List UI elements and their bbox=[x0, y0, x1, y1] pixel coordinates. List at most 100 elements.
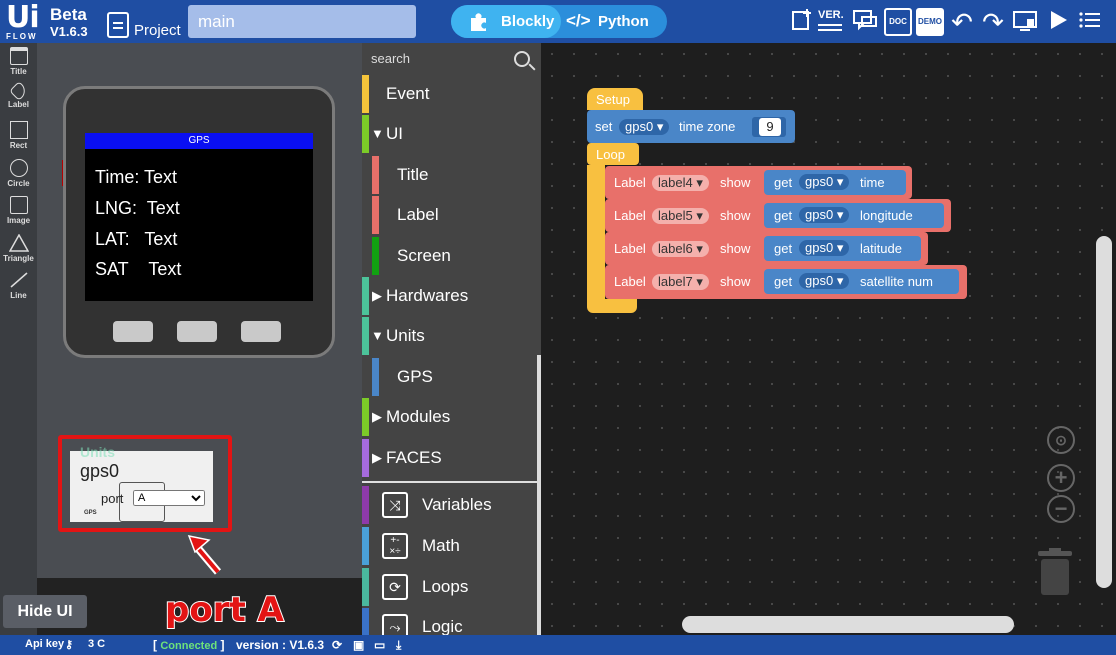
label-target-dropdown[interactable]: label7 ▾ bbox=[652, 274, 709, 290]
category-modules[interactable]: ▶ Modules bbox=[362, 398, 538, 436]
variables-icon: ⤨ bbox=[382, 492, 408, 518]
undo-icon[interactable]: ↶ bbox=[948, 8, 976, 36]
device-button-b[interactable] bbox=[177, 321, 217, 342]
row-value: Text bbox=[144, 229, 178, 249]
category-faces[interactable]: ▶ FACES bbox=[362, 439, 538, 477]
gps-property: satellite num bbox=[860, 274, 933, 289]
menu-icon[interactable] bbox=[1076, 8, 1104, 36]
loop-block[interactable]: Loop bbox=[587, 143, 639, 165]
gps-variable-dropdown[interactable]: gps0 ▾ bbox=[799, 240, 850, 256]
refresh-icon[interactable]: ⟳ bbox=[332, 638, 342, 652]
hide-ui-button[interactable]: Hide UI bbox=[3, 595, 87, 628]
loop-label: Loop bbox=[596, 147, 625, 162]
category-units[interactable]: ▼ Units bbox=[362, 317, 538, 355]
gps-variable-dropdown[interactable]: gps0 ▾ bbox=[799, 273, 850, 289]
category-color-bar bbox=[372, 237, 379, 275]
time-zone-label: time zone bbox=[679, 119, 736, 134]
zoom-in-icon[interactable]: + bbox=[1047, 464, 1075, 492]
zoom-out-icon[interactable]: − bbox=[1047, 495, 1075, 523]
tool-line[interactable]: Line bbox=[0, 271, 37, 300]
get-word: get bbox=[774, 175, 793, 190]
chat-icon[interactable] bbox=[851, 8, 879, 36]
category-event[interactable]: Event bbox=[362, 75, 538, 113]
project-label[interactable]: Project bbox=[134, 22, 181, 39]
tool-circle[interactable]: Circle bbox=[0, 159, 37, 188]
download-to-device-icon[interactable] bbox=[1011, 8, 1039, 36]
label-show-block-4[interactable]: Label label7 ▾ show get gps0 ▾ satellite… bbox=[605, 265, 967, 299]
save-icon[interactable]: ▣ bbox=[353, 638, 364, 652]
gps-get-block[interactable]: get gps0 ▾ longitude bbox=[764, 203, 944, 228]
gps-get-block[interactable]: get gps0 ▾ satellite num bbox=[764, 269, 959, 294]
units-overlay-label: Units bbox=[80, 444, 115, 460]
gps-variable-dropdown[interactable]: gps0 ▾ bbox=[799, 174, 850, 190]
label-target-dropdown[interactable]: label5 ▾ bbox=[652, 208, 709, 224]
label-word: Label bbox=[614, 175, 646, 190]
gps-variable-dropdown[interactable]: gps0 ▾ bbox=[619, 119, 670, 135]
loop-block-foot bbox=[587, 299, 637, 313]
category-label-item[interactable]: Label bbox=[362, 196, 538, 234]
category-logic[interactable]: ⤳ Logic bbox=[362, 608, 538, 635]
recenter-icon[interactable]: ⊙ bbox=[1047, 426, 1075, 454]
tool-rect[interactable]: Rect bbox=[0, 121, 37, 150]
demo-icon[interactable]: DEMO bbox=[916, 8, 944, 36]
screen-row-time[interactable]: Time: Text bbox=[95, 167, 177, 188]
setup-block[interactable]: Setup bbox=[587, 88, 643, 110]
label-target: label4 bbox=[658, 175, 693, 190]
label-show-block-3[interactable]: Label label6 ▾ show get gps0 ▾ latitude bbox=[605, 232, 928, 265]
workspace-horizontal-scrollbar[interactable] bbox=[682, 616, 1014, 633]
screen-row-sat[interactable]: SAT Text bbox=[95, 259, 181, 280]
open-folder-icon[interactable]: ▭ bbox=[374, 638, 385, 652]
screen-title[interactable]: GPS bbox=[85, 133, 313, 149]
blockly-workspace[interactable]: Setup set gps0 ▾ time zone 9 Loop Label … bbox=[541, 43, 1116, 635]
category-color-bar bbox=[362, 398, 369, 436]
port-select[interactable]: A bbox=[133, 490, 205, 506]
download-icon[interactable]: ⤓ bbox=[396, 638, 401, 653]
trash-icon[interactable] bbox=[1037, 548, 1073, 596]
timezone-value[interactable]: 9 bbox=[759, 118, 781, 136]
workspace-vertical-scrollbar[interactable] bbox=[1096, 236, 1112, 588]
loops-icon: ⟳ bbox=[382, 574, 408, 600]
category-gps[interactable]: GPS bbox=[362, 358, 538, 396]
category-loops[interactable]: ⟳ Loops bbox=[362, 568, 538, 606]
device-button-c[interactable] bbox=[241, 321, 281, 342]
redo-icon[interactable]: ↷ bbox=[979, 8, 1007, 36]
category-label: Label bbox=[397, 205, 439, 224]
label-target-dropdown[interactable]: label4 ▾ bbox=[652, 175, 709, 191]
uiflow-logo: Ui FLOW bbox=[6, 3, 44, 42]
tool-image-label: Image bbox=[6, 216, 31, 225]
category-variables[interactable]: ⤨ Variables bbox=[362, 486, 538, 524]
search-icon[interactable] bbox=[514, 51, 530, 67]
gps-variable-dropdown[interactable]: gps0 ▾ bbox=[799, 207, 850, 223]
new-file-icon[interactable] bbox=[788, 8, 816, 36]
screen-row-lat[interactable]: LAT: Text bbox=[95, 229, 177, 250]
label-show-block-2[interactable]: Label label5 ▾ show get gps0 ▾ longitude bbox=[605, 199, 951, 232]
search-input[interactable]: search bbox=[371, 51, 410, 66]
run-icon[interactable] bbox=[1044, 8, 1072, 36]
gps-get-block[interactable]: get gps0 ▾ latitude bbox=[764, 236, 921, 261]
version-icon[interactable]: VER. bbox=[818, 9, 844, 31]
category-hardwares[interactable]: ▶ Hardwares bbox=[362, 277, 538, 315]
tool-image[interactable]: Image bbox=[0, 196, 37, 225]
project-icon[interactable] bbox=[107, 12, 129, 38]
category-ui[interactable]: ▼ UI bbox=[362, 115, 538, 153]
doc-icon[interactable]: DOC bbox=[884, 8, 912, 36]
tool-triangle[interactable]: Triangle bbox=[0, 234, 37, 263]
label-word: Label bbox=[614, 274, 646, 289]
device-button-a[interactable] bbox=[113, 321, 153, 342]
tool-label[interactable]: Label bbox=[0, 81, 37, 109]
setup-label: Setup bbox=[596, 92, 630, 107]
category-title[interactable]: Title bbox=[362, 156, 538, 194]
category-color-bar bbox=[362, 608, 369, 635]
project-name-input[interactable] bbox=[188, 5, 416, 38]
gps-get-block[interactable]: get gps0 ▾ time bbox=[764, 170, 906, 195]
label-show-block-1[interactable]: Label label4 ▾ show get gps0 ▾ time bbox=[605, 166, 912, 199]
category-color-bar bbox=[362, 439, 369, 477]
label-target-dropdown[interactable]: label6 ▾ bbox=[652, 241, 709, 257]
tab-blockly[interactable]: Blockly bbox=[451, 5, 561, 38]
category-screen[interactable]: Screen bbox=[362, 237, 538, 275]
screen-row-lng[interactable]: LNG: Text bbox=[95, 198, 180, 219]
tab-python[interactable]: </> Python bbox=[562, 5, 666, 38]
category-math[interactable]: +- ×÷ Math bbox=[362, 527, 538, 565]
set-timezone-block[interactable]: set gps0 ▾ time zone 9 bbox=[587, 110, 795, 143]
tool-title[interactable]: Title bbox=[0, 47, 37, 76]
